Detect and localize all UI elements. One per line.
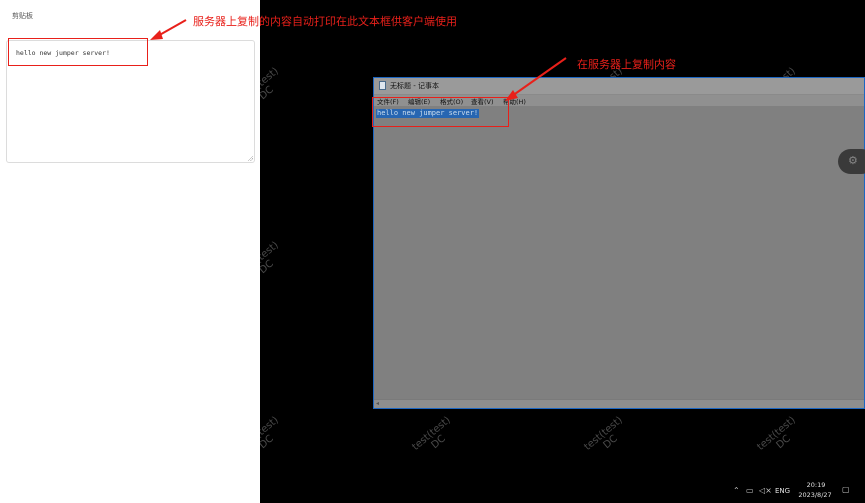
side-toolbar-button[interactable]: ⚙ [838, 149, 865, 174]
arrow-right-icon [505, 57, 567, 101]
language-indicator[interactable]: ENG [775, 487, 790, 495]
annotation-left: 服务器上复制的内容自动打印在此文本框供客户端使用 [193, 15, 457, 28]
arrow-left-icon [150, 19, 187, 40]
annotation-right: 在服务器上复制内容 [577, 58, 676, 71]
clock-time[interactable]: 20:19 [801, 481, 831, 489]
settings-icon: ⚙ [848, 154, 858, 167]
annotation-arrows [150, 19, 567, 101]
volume-muted-icon[interactable]: ◁× [759, 486, 772, 495]
clock-date[interactable]: 2023/8/27 [795, 491, 835, 499]
notification-icon[interactable]: ▢ [842, 485, 850, 494]
chevron-up-icon[interactable]: ⌃ [733, 486, 740, 495]
display-icon[interactable]: ▭ [746, 486, 754, 495]
